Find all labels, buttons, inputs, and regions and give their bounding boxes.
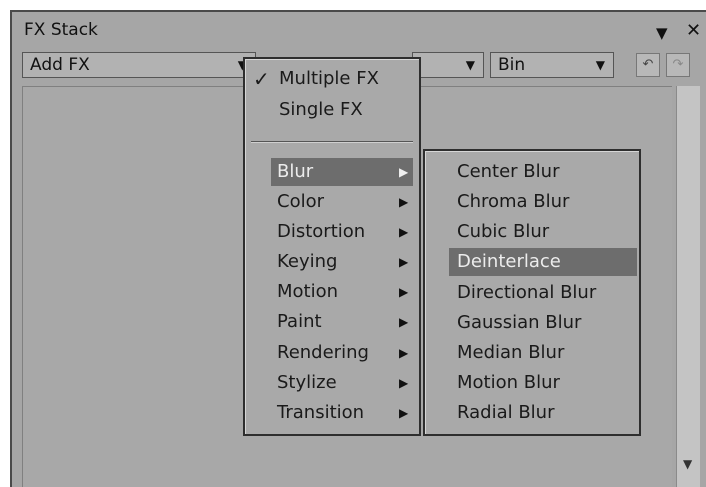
menu-item-directional-blur[interactable]: Directional Blur bbox=[433, 279, 633, 307]
menu-item-gaussian-blur[interactable]: Gaussian Blur bbox=[433, 309, 633, 337]
vertical-scrollbar[interactable]: ▼ bbox=[676, 86, 700, 487]
menu-item-label: Blur bbox=[277, 161, 314, 182]
menu-item-transition[interactable]: Transition ▶ bbox=[271, 399, 413, 427]
menu-item-label: Center Blur bbox=[457, 161, 560, 182]
redo-icon[interactable]: ↷ bbox=[666, 53, 690, 77]
menu-item-motion-blur[interactable]: Motion Blur bbox=[433, 369, 633, 397]
menu-item-paint[interactable]: Paint ▶ bbox=[271, 308, 413, 336]
bin-dropdown[interactable]: Bin ▼ bbox=[490, 52, 614, 78]
menu-item-label: Multiple FX bbox=[279, 68, 379, 89]
menu-item-label: Keying bbox=[277, 251, 338, 272]
menu-item-multiple-fx[interactable]: ✓ Multiple FX bbox=[249, 65, 415, 93]
undo-icon[interactable]: ↶ bbox=[636, 53, 660, 77]
menu-item-label: Motion bbox=[277, 281, 339, 302]
pin-icon[interactable]: ▼ bbox=[656, 24, 668, 42]
submenu-arrow-icon: ▶ bbox=[399, 255, 409, 269]
menu-separator bbox=[251, 141, 413, 143]
menu-item-stylize[interactable]: Stylize ▶ bbox=[271, 369, 413, 397]
menu-item-label: Gaussian Blur bbox=[457, 312, 582, 333]
menu-item-label: Deinterlace bbox=[457, 251, 561, 272]
check-icon: ✓ bbox=[253, 67, 270, 91]
menu-item-chroma-blur[interactable]: Chroma Blur bbox=[433, 188, 633, 216]
menu-item-label: Distortion bbox=[277, 221, 366, 242]
menu-item-label: Single FX bbox=[279, 99, 363, 120]
menu-item-median-blur[interactable]: Median Blur bbox=[433, 339, 633, 367]
panel-title: FX Stack bbox=[24, 20, 98, 40]
submenu-arrow-icon: ▶ bbox=[399, 225, 409, 239]
submenu-arrow-icon: ▶ bbox=[399, 285, 409, 299]
menu-item-cubic-blur[interactable]: Cubic Blur bbox=[433, 218, 633, 246]
close-icon[interactable]: ✕ bbox=[686, 20, 701, 41]
menu-item-blur[interactable]: Blur ▶ bbox=[271, 158, 413, 186]
filter-dropdown[interactable]: ▼ bbox=[412, 52, 484, 78]
menu-item-radial-blur[interactable]: Radial Blur bbox=[433, 399, 633, 427]
menu-item-label: Radial Blur bbox=[457, 402, 555, 423]
submenu-arrow-icon: ▶ bbox=[399, 165, 409, 179]
menu-item-label: Chroma Blur bbox=[457, 191, 570, 212]
menu-item-label: Motion Blur bbox=[457, 372, 560, 393]
bin-label: Bin bbox=[498, 55, 526, 75]
scroll-down-icon[interactable]: ▼ bbox=[683, 457, 692, 471]
menu-item-rendering[interactable]: Rendering ▶ bbox=[271, 339, 413, 367]
menu-item-distortion[interactable]: Distortion ▶ bbox=[271, 218, 413, 246]
blur-submenu: Center Blur Chroma Blur Cubic Blur Deint… bbox=[423, 149, 641, 436]
menu-item-label: Rendering bbox=[277, 342, 369, 363]
fx-mode-menu: ✓ Multiple FX Single FX Blur ▶ Color ▶ D… bbox=[243, 57, 421, 436]
chevron-down-icon: ▼ bbox=[595, 58, 605, 72]
menu-item-center-blur[interactable]: Center Blur bbox=[433, 158, 633, 186]
menu-item-label: Transition bbox=[277, 402, 365, 423]
menu-item-label: Color bbox=[277, 191, 324, 212]
menu-item-keying[interactable]: Keying ▶ bbox=[271, 248, 413, 276]
menu-item-color[interactable]: Color ▶ bbox=[271, 188, 413, 216]
menu-item-label: Cubic Blur bbox=[457, 221, 550, 242]
menu-item-motion[interactable]: Motion ▶ bbox=[271, 278, 413, 306]
add-fx-dropdown[interactable]: Add FX ▼ bbox=[22, 52, 256, 78]
menu-item-label: Directional Blur bbox=[457, 282, 597, 303]
menu-item-label: Stylize bbox=[277, 372, 337, 393]
submenu-arrow-icon: ▶ bbox=[399, 315, 409, 329]
chevron-down-icon: ▼ bbox=[465, 58, 475, 72]
menu-item-label: Median Blur bbox=[457, 342, 565, 363]
menu-item-deinterlace[interactable]: Deinterlace bbox=[449, 248, 637, 276]
menu-item-label: Paint bbox=[277, 311, 322, 332]
submenu-arrow-icon: ▶ bbox=[399, 346, 409, 360]
add-fx-label: Add FX bbox=[30, 55, 90, 75]
submenu-arrow-icon: ▶ bbox=[399, 376, 409, 390]
menu-item-single-fx[interactable]: Single FX bbox=[249, 96, 415, 124]
submenu-arrow-icon: ▶ bbox=[399, 406, 409, 420]
submenu-arrow-icon: ▶ bbox=[399, 195, 409, 209]
